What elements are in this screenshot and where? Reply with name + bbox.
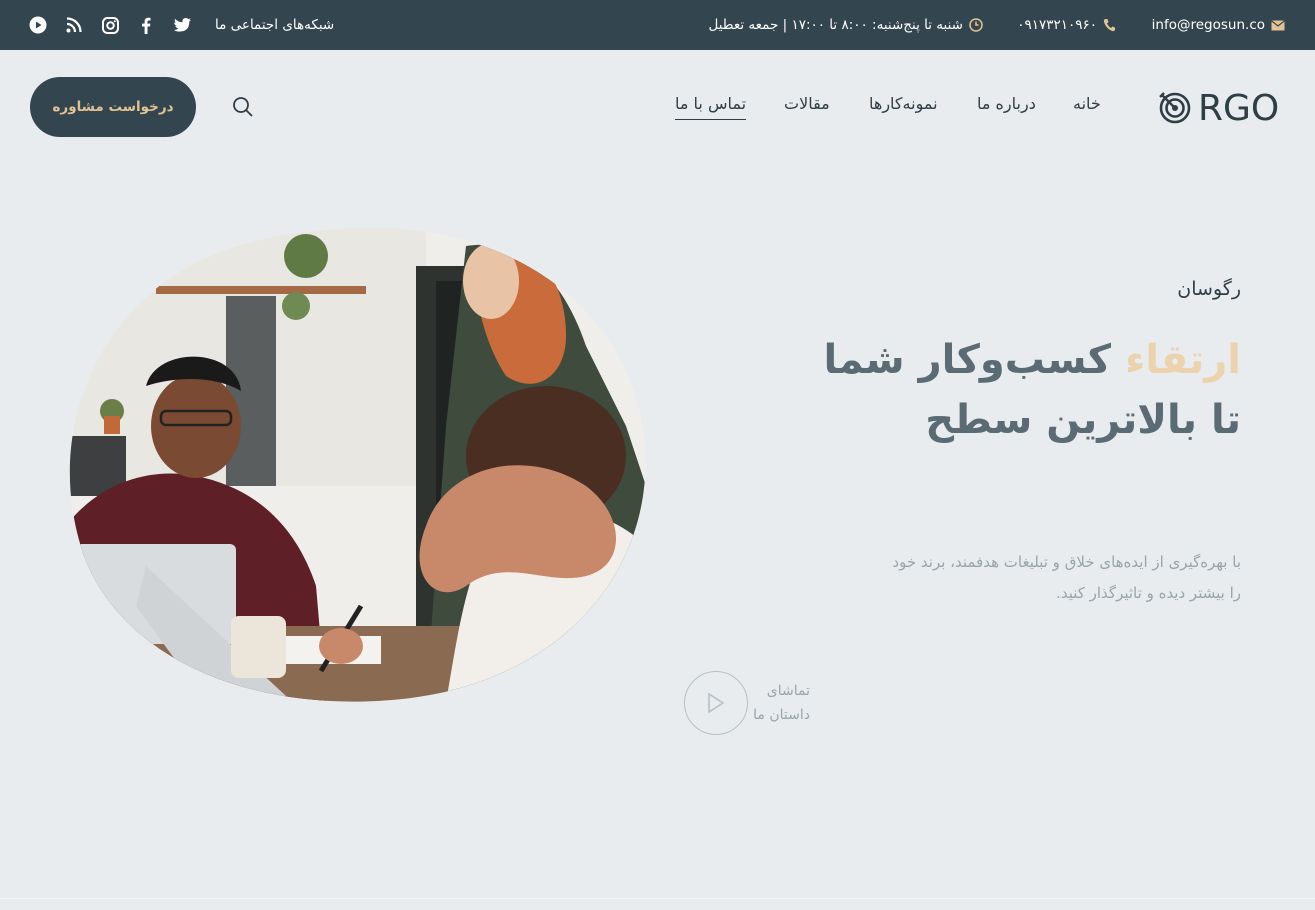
nav-portfolio[interactable]: نمونه‌کارها — [869, 94, 938, 120]
clock-icon — [969, 18, 983, 32]
search-icon[interactable] — [232, 96, 254, 118]
rss-icon[interactable] — [63, 14, 85, 36]
facebook-icon[interactable] — [135, 14, 157, 36]
target-icon — [1158, 90, 1192, 128]
logo[interactable]: RGO — [1158, 88, 1279, 129]
nav-about[interactable]: درباره ما — [977, 94, 1036, 120]
headline-accent: ارتقاء — [1124, 337, 1241, 383]
team-meeting-image — [69, 227, 646, 702]
email-link[interactable]: info@regosun.co — [1152, 0, 1285, 50]
logo-text: RGO — [1198, 88, 1280, 129]
hero-headline: ارتقاء کسب‌وکار شما تا بالاترین سطح — [821, 330, 1241, 450]
watch-story-text: تماشای داستان ما — [753, 679, 810, 727]
watch-line-1: تماشای — [766, 683, 810, 699]
top-bar: info@regosun.co ۰۹۱۷۳۲۱۰۹۶۰ شنبه تا پنج‌… — [0, 0, 1315, 50]
brand-name: رگوسان — [1177, 278, 1241, 300]
nav-contact[interactable]: تماس با ما — [675, 94, 747, 120]
play-icon — [684, 671, 748, 735]
twitter-icon[interactable] — [171, 14, 193, 36]
phone-text: ۰۹۱۷۳۲۱۰۹۶۰ — [1017, 17, 1097, 33]
working-hours: شنبه تا پنج‌شنبه: ۸:۰۰ تا ۱۷:۰۰ | جمعه ت… — [708, 0, 983, 50]
nav-articles[interactable]: مقالات — [784, 94, 830, 120]
email-text: info@regosun.co — [1151, 17, 1265, 33]
divider — [0, 898, 1315, 899]
watch-story-button[interactable]: تماشای داستان ما — [684, 671, 814, 735]
youtube-icon[interactable] — [27, 14, 49, 36]
watch-line-2: داستان ما — [753, 707, 810, 723]
phone-link[interactable]: ۰۹۱۷۳۲۱۰۹۶۰ — [1017, 0, 1115, 50]
nav-home[interactable]: خانه — [1073, 94, 1101, 120]
consultation-button[interactable]: درخواست مشاوره — [30, 77, 196, 137]
hours-text: شنبه تا پنج‌شنبه: ۸:۰۰ تا ۱۷:۰۰ | جمعه ت… — [708, 17, 963, 33]
envelope-icon — [1271, 19, 1285, 31]
phone-icon — [1103, 18, 1115, 32]
hero-description: با بهره‌گیری از ایده‌های خلاق و تبلیغات … — [892, 553, 1241, 602]
socials-label: شبکه‌های اجتماعی ما — [215, 17, 335, 33]
instagram-icon[interactable] — [99, 14, 121, 36]
